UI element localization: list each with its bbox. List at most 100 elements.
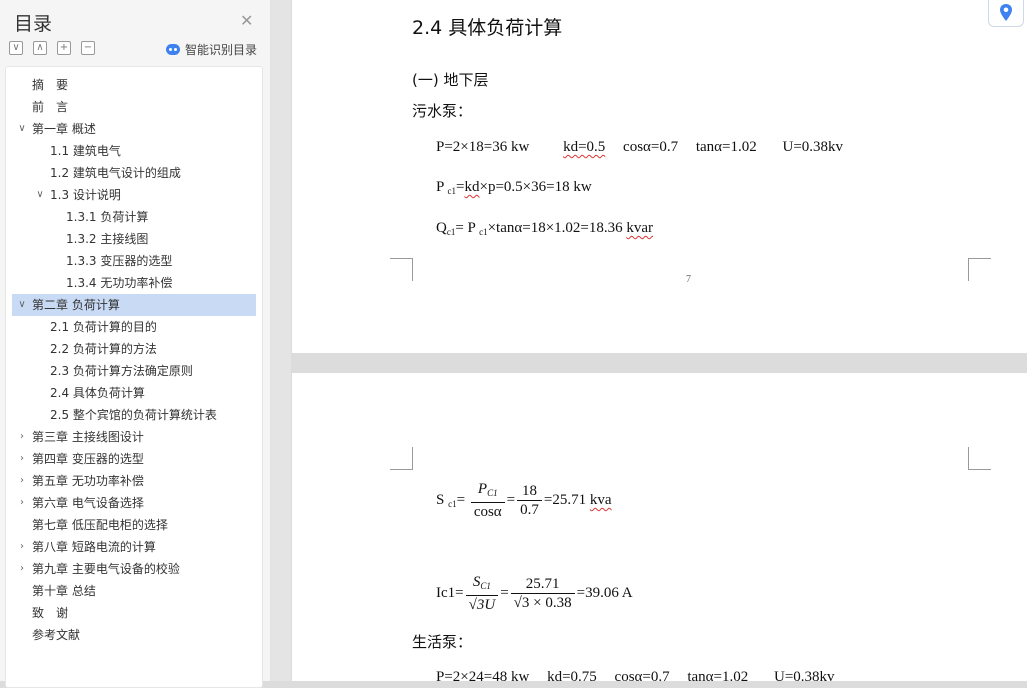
toc-item[interactable]: › 第九章 主要电气设备的校验 [6, 558, 262, 580]
toc-item[interactable]: 2.1 负荷计算的目的 [6, 316, 262, 338]
formula-u: U=0.38kv [782, 139, 844, 155]
toc-title: 目录 [14, 13, 53, 35]
smart-toc-label: 智能识别目录 [185, 43, 258, 57]
subsection-heading: (一) 地下层 [412, 71, 489, 89]
toc-item[interactable]: 摘 要 [6, 74, 262, 96]
location-pin-icon [1000, 4, 1012, 21]
chevron-right-icon[interactable]: › [16, 470, 28, 492]
toc-item-label: 2.5 整个宾馆的负荷计算统计表 [50, 408, 217, 422]
toc-item-label: 1.2 建筑电气设计的组成 [50, 166, 181, 180]
toc-item[interactable]: 前 言 [6, 96, 262, 118]
toc-item[interactable]: 致 谢 [6, 602, 262, 624]
formula-ic1: Ic1= SC1 √3U = 25.71 √3 × 0.38 =39.06 A [436, 573, 633, 614]
fraction-numerator: SC1 [465, 573, 499, 596]
scrollbar-track[interactable] [271, 0, 291, 681]
fraction-numerator: 25.71 [510, 575, 575, 594]
collapse-all-icon[interactable]: ∧ [33, 41, 47, 55]
fraction: SC1 √3U [465, 573, 499, 614]
fraction: 25.71 √3 × 0.38 [510, 575, 575, 612]
remove-level-icon[interactable]: − [81, 41, 95, 55]
toc-item-label: 1.3.3 变压器的选型 [66, 254, 173, 268]
qc1-rest: ×tanα=18×1.02=18.36 [487, 220, 627, 236]
toc-item[interactable]: 2.5 整个宾馆的负荷计算统计表 [6, 404, 262, 426]
toc-item[interactable]: ∨ 1.3 设计说明 [6, 184, 262, 206]
chevron-right-icon[interactable]: › [16, 448, 28, 470]
toc-item[interactable]: 第十章 总结 [6, 580, 262, 602]
toc-item[interactable]: 1.3.1 负荷计算 [6, 206, 262, 228]
toc-toolbar: ∨ ∧ + − [9, 41, 95, 55]
location-pin-button[interactable] [988, 0, 1024, 27]
pump-label: 污水泵： [412, 102, 473, 120]
smart-toc-button[interactable]: 智能识别目录 [166, 41, 257, 58]
toc-item-label: 第六章 电气设备选择 [32, 496, 144, 510]
toc-item-label: 前 言 [32, 100, 69, 114]
pump-label: 生活泵： [412, 633, 473, 651]
toc-item[interactable]: ∨ 第二章 负荷计算 [12, 294, 256, 316]
expand-all-icon[interactable]: ∨ [9, 41, 23, 55]
ic1-result: =39.06 A [576, 584, 633, 601]
sc1-symbol: S [436, 491, 445, 508]
toc-item[interactable]: 第七章 低压配电柜的选择 [6, 514, 262, 536]
chevron-right-icon[interactable]: › [16, 558, 28, 580]
fraction-numerator: 18 [517, 482, 542, 501]
toc-item-label: 第五章 无功功率补偿 [32, 474, 144, 488]
toc-item[interactable]: › 第八章 短路电流的计算 [6, 536, 262, 558]
toc-item[interactable]: 1.3.2 主接线图 [6, 228, 262, 250]
pc1-eq: = [456, 179, 465, 195]
pc1-sub: c1 [447, 186, 457, 196]
fraction-denominator: √3U [468, 597, 496, 613]
ai-robot-icon [166, 44, 180, 55]
sc1-eq2: = [506, 491, 516, 508]
qc1-sub2: c1 [479, 227, 488, 237]
toc-tree: 摘 要前 言 ∨ 第一章 概述 1.1 建筑电气 1.2 建筑电气设计的组成 ∨ 1.3 设… [5, 66, 263, 688]
crop-mark [968, 258, 991, 281]
toc-item[interactable]: 2.3 负荷计算方法确定原则 [6, 360, 262, 382]
toc-item[interactable]: › 第四章 变压器的选型 [6, 448, 262, 470]
toc-item[interactable]: › 第六章 电气设备选择 [6, 492, 262, 514]
chevron-down-icon[interactable]: ∨ [16, 118, 28, 140]
toc-item-label: 第九章 主要电气设备的校验 [32, 562, 180, 576]
toc-item-label: 2.2 负荷计算的方法 [50, 342, 157, 356]
toc-item[interactable]: 1.3.4 无功功率补偿 [6, 272, 262, 294]
fraction-denominator: √3 × 0.38 [513, 595, 572, 611]
toc-item-label: 第二章 负荷计算 [32, 298, 120, 312]
toc-item[interactable]: 1.2 建筑电气设计的组成 [6, 162, 262, 184]
formula-p: P=2×24=48 kw [436, 669, 530, 685]
toc-item[interactable]: › 第五章 无功功率补偿 [6, 470, 262, 492]
formula-qc1: Qc1= P c1×tanα=18×1.02=18.36 kvar [436, 220, 653, 237]
formula-p: P=2×18=36 kw [436, 139, 530, 155]
toc-item-label: 第十章 总结 [32, 584, 96, 598]
toc-item[interactable]: › 第三章 主接线图设计 [6, 426, 262, 448]
chevron-right-icon[interactable]: › [16, 426, 28, 448]
chevron-right-icon[interactable]: › [16, 492, 28, 514]
toc-item-label: 摘 要 [32, 78, 69, 92]
formula-line: P=2×18=36 kw kd=0.5 cosα=0.7 tanα=1.02 U… [436, 139, 843, 156]
fraction-numerator: PC1 [470, 480, 505, 503]
toc-item-label: 1.3.4 无功功率补偿 [66, 276, 173, 290]
toc-item[interactable]: ∨ 第一章 概述 [6, 118, 262, 140]
formula-line: P=2×24=48 kw kd=0.75 cosα=0.7 tanα=1.02 … [436, 669, 835, 686]
toc-item[interactable]: 1.3.3 变压器的选型 [6, 250, 262, 272]
toc-item[interactable]: 2.4 具体负荷计算 [6, 382, 262, 404]
chevron-down-icon[interactable]: ∨ [34, 184, 46, 206]
qc1-symbol: Q [436, 220, 447, 236]
close-icon[interactable]: ✕ [240, 11, 253, 30]
toc-list: 摘 要前 言 ∨ 第一章 概述 1.1 建筑电气 1.2 建筑电气设计的组成 ∨ 1.3 设… [6, 74, 262, 646]
pc1-rest: ×p=0.5×36=18 kw [479, 179, 592, 195]
add-level-icon[interactable]: + [57, 41, 71, 55]
toc-item[interactable]: 2.2 负荷计算的方法 [6, 338, 262, 360]
fraction-denominator: 0.7 [520, 502, 539, 518]
toc-item-label: 第四章 变压器的选型 [32, 452, 144, 466]
chevron-down-icon[interactable]: ∨ [16, 294, 28, 316]
toc-item-label: 1.3 设计说明 [50, 188, 121, 202]
fraction: PC1 cosα [470, 480, 505, 521]
qc1-mid: = P [455, 220, 476, 236]
crop-mark [968, 447, 991, 470]
chevron-right-icon[interactable]: › [16, 536, 28, 558]
toc-item-label: 第八章 短路电流的计算 [32, 540, 156, 554]
crop-mark [390, 447, 413, 470]
toc-item[interactable]: 1.1 建筑电气 [6, 140, 262, 162]
sc1-unit: kva [589, 491, 612, 508]
toc-item[interactable]: 参考文献 [6, 624, 262, 646]
section-heading: 2.4 具体负荷计算 [412, 17, 563, 39]
